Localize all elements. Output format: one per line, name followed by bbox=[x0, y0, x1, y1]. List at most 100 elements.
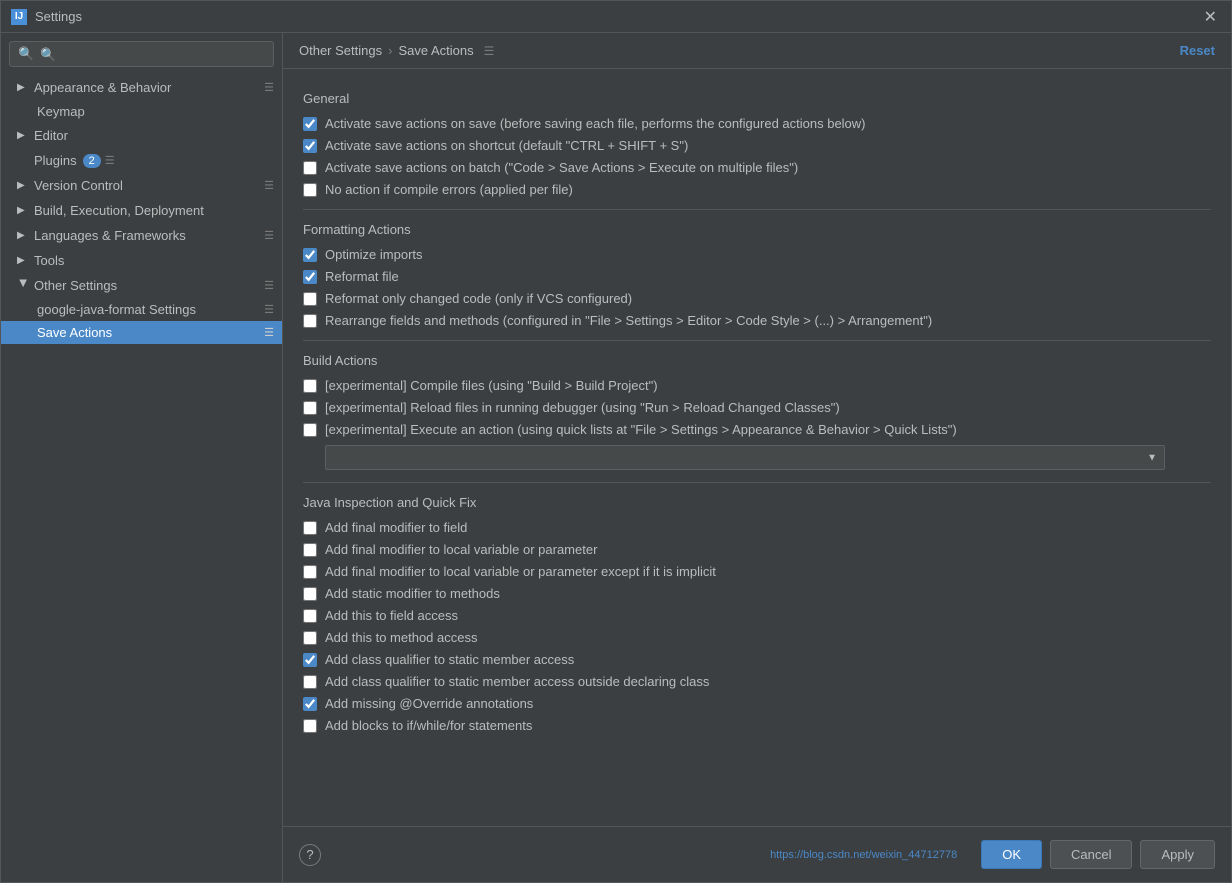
bottom-bar: ? https://blog.csdn.net/weixin_44712778 … bbox=[283, 826, 1231, 882]
sidebar-item-build[interactable]: ▶ Build, Execution, Deployment bbox=[1, 198, 282, 223]
checkbox-label-add-class-qualifier[interactable]: Add class qualifier to static member acc… bbox=[325, 652, 574, 667]
checkbox-row-activate-on-shortcut: Activate save actions on shortcut (defau… bbox=[303, 138, 1211, 153]
checkbox-row-add-static-methods: Add static modifier to methods bbox=[303, 586, 1211, 601]
sidebar-item-languages[interactable]: ▶ Languages & Frameworks ☰ bbox=[1, 223, 282, 248]
checkbox-add-final-local[interactable] bbox=[303, 543, 317, 557]
checkbox-rearrange-fields[interactable] bbox=[303, 314, 317, 328]
settings-content: General Activate save actions on save (b… bbox=[283, 69, 1231, 826]
expand-arrow-icon: ▶ bbox=[17, 180, 29, 191]
sidebar-item-label: Appearance & Behavior bbox=[34, 80, 171, 95]
checkbox-reformat-file[interactable] bbox=[303, 270, 317, 284]
sidebar-item-label: Keymap bbox=[37, 104, 85, 119]
checkbox-optimize-imports[interactable] bbox=[303, 248, 317, 262]
checkbox-row-add-final-local: Add final modifier to local variable or … bbox=[303, 542, 1211, 557]
checkbox-label-add-final-field[interactable]: Add final modifier to field bbox=[325, 520, 467, 535]
checkbox-label-compile-files[interactable]: [experimental] Compile files (using "Bui… bbox=[325, 378, 658, 393]
checkbox-add-this-method[interactable] bbox=[303, 631, 317, 645]
checkbox-no-action-compile[interactable] bbox=[303, 183, 317, 197]
bottom-buttons: https://blog.csdn.net/weixin_44712778 OK… bbox=[770, 840, 1215, 869]
checkbox-label-add-final-local-implicit[interactable]: Add final modifier to local variable or … bbox=[325, 564, 716, 579]
sidebar-item-plugins[interactable]: ▶ Plugins 2 ☰ bbox=[1, 148, 282, 173]
checkbox-label-activate-on-shortcut[interactable]: Activate save actions on shortcut (defau… bbox=[325, 138, 688, 153]
divider-formatting bbox=[303, 340, 1211, 341]
checkbox-activate-on-shortcut[interactable] bbox=[303, 139, 317, 153]
checkbox-activate-on-save[interactable] bbox=[303, 117, 317, 131]
expand-arrow-icon: ▶ bbox=[17, 82, 29, 93]
checkbox-label-no-action-compile[interactable]: No action if compile errors (applied per… bbox=[325, 182, 573, 197]
checkbox-label-add-this-method[interactable]: Add this to method access bbox=[325, 630, 477, 645]
right-panel: Other Settings › Save Actions ☰ Reset Ge… bbox=[283, 33, 1231, 882]
checkbox-label-add-static-methods[interactable]: Add static modifier to methods bbox=[325, 586, 500, 601]
plugins-badge: 2 bbox=[83, 154, 101, 168]
close-button[interactable]: ✕ bbox=[1200, 7, 1221, 27]
titlebar: IJ Settings ✕ bbox=[1, 1, 1231, 33]
checkbox-row-add-this-field: Add this to field access bbox=[303, 608, 1211, 623]
checkbox-label-reformat-changed[interactable]: Reformat only changed code (only if VCS … bbox=[325, 291, 632, 306]
checkbox-add-override[interactable] bbox=[303, 697, 317, 711]
edit-icon: ☰ bbox=[484, 44, 495, 58]
breadcrumb-current: Save Actions bbox=[398, 43, 473, 58]
checkbox-row-no-action-compile: No action if compile errors (applied per… bbox=[303, 182, 1211, 197]
checkbox-label-add-final-local[interactable]: Add final modifier to local variable or … bbox=[325, 542, 597, 557]
sidebar-item-label: Plugins bbox=[34, 153, 77, 168]
checkbox-add-this-field[interactable] bbox=[303, 609, 317, 623]
url-label: https://blog.csdn.net/weixin_44712778 bbox=[770, 849, 957, 861]
sidebar-item-save-actions[interactable]: Save Actions ☰ bbox=[1, 321, 282, 344]
sidebar-item-version-control[interactable]: ▶ Version Control ☰ bbox=[1, 173, 282, 198]
search-box[interactable]: 🔍 bbox=[9, 41, 274, 67]
sidebar-item-other-settings[interactable]: ▶ Other Settings ☰ bbox=[1, 273, 282, 298]
checkbox-compile-files[interactable] bbox=[303, 379, 317, 393]
checkbox-label-add-class-qualifier-outside[interactable]: Add class qualifier to static member acc… bbox=[325, 674, 709, 689]
checkbox-add-class-qualifier[interactable] bbox=[303, 653, 317, 667]
checkbox-reformat-changed[interactable] bbox=[303, 292, 317, 306]
checkbox-label-activate-on-save[interactable]: Activate save actions on save (before sa… bbox=[325, 116, 866, 131]
checkbox-activate-on-batch[interactable] bbox=[303, 161, 317, 175]
sidebar-item-label: Tools bbox=[34, 253, 64, 268]
breadcrumb: Other Settings › Save Actions ☰ bbox=[299, 43, 494, 58]
action-dropdown[interactable] bbox=[325, 445, 1165, 470]
checkbox-label-add-override[interactable]: Add missing @Override annotations bbox=[325, 696, 533, 711]
checkbox-execute-action[interactable] bbox=[303, 423, 317, 437]
checkbox-row-add-blocks: Add blocks to if/while/for statements bbox=[303, 718, 1211, 733]
sidebar-item-appearance[interactable]: ▶ Appearance & Behavior ☰ bbox=[1, 75, 282, 100]
checkbox-row-add-final-field: Add final modifier to field bbox=[303, 520, 1211, 535]
formatting-section-label: Formatting Actions bbox=[303, 222, 1211, 237]
checkbox-label-optimize-imports[interactable]: Optimize imports bbox=[325, 247, 423, 262]
checkbox-reload-debugger[interactable] bbox=[303, 401, 317, 415]
settings-icon: ☰ bbox=[264, 303, 274, 316]
settings-icon: ☰ bbox=[264, 229, 274, 242]
checkbox-label-activate-on-batch[interactable]: Activate save actions on batch ("Code > … bbox=[325, 160, 798, 175]
window-title: Settings bbox=[35, 9, 82, 24]
expand-arrow-icon: ▶ bbox=[17, 205, 29, 216]
sidebar-item-editor[interactable]: ▶ Editor bbox=[1, 123, 282, 148]
checkbox-row-compile-files: [experimental] Compile files (using "Bui… bbox=[303, 378, 1211, 393]
checkbox-label-add-blocks[interactable]: Add blocks to if/while/for statements bbox=[325, 718, 532, 733]
checkbox-add-final-field[interactable] bbox=[303, 521, 317, 535]
checkbox-label-execute-action[interactable]: [experimental] Execute an action (using … bbox=[325, 422, 957, 437]
checkbox-label-reload-debugger[interactable]: [experimental] Reload files in running d… bbox=[325, 400, 840, 415]
sidebar-item-label: Version Control bbox=[34, 178, 123, 193]
checkbox-add-class-qualifier-outside[interactable] bbox=[303, 675, 317, 689]
checkbox-label-add-this-field[interactable]: Add this to field access bbox=[325, 608, 458, 623]
help-button[interactable]: ? bbox=[299, 844, 321, 866]
reset-button[interactable]: Reset bbox=[1180, 43, 1215, 58]
apply-button[interactable]: Apply bbox=[1140, 840, 1215, 869]
settings-icon: ☰ bbox=[264, 81, 274, 94]
checkbox-label-reformat-file[interactable]: Reformat file bbox=[325, 269, 399, 284]
sidebar-item-tools[interactable]: ▶ Tools bbox=[1, 248, 282, 273]
checkbox-row-optimize-imports: Optimize imports bbox=[303, 247, 1211, 262]
cancel-button[interactable]: Cancel bbox=[1050, 840, 1132, 869]
java-inspection-section-label: Java Inspection and Quick Fix bbox=[303, 495, 1211, 510]
search-input[interactable] bbox=[40, 47, 265, 62]
checkbox-add-final-local-implicit[interactable] bbox=[303, 565, 317, 579]
expand-arrow-icon: ▶ bbox=[17, 230, 29, 241]
checkbox-add-blocks[interactable] bbox=[303, 719, 317, 733]
checkbox-add-static-methods[interactable] bbox=[303, 587, 317, 601]
checkbox-label-rearrange-fields[interactable]: Rearrange fields and methods (configured… bbox=[325, 313, 932, 328]
sidebar-item-label: Other Settings bbox=[34, 278, 117, 293]
settings-icon: ☰ bbox=[264, 279, 274, 292]
sidebar-item-google-java-format[interactable]: google-java-format Settings ☰ bbox=[1, 298, 282, 321]
ok-button[interactable]: OK bbox=[981, 840, 1042, 869]
sidebar-item-keymap[interactable]: Keymap bbox=[1, 100, 282, 123]
checkbox-row-reformat-changed: Reformat only changed code (only if VCS … bbox=[303, 291, 1211, 306]
